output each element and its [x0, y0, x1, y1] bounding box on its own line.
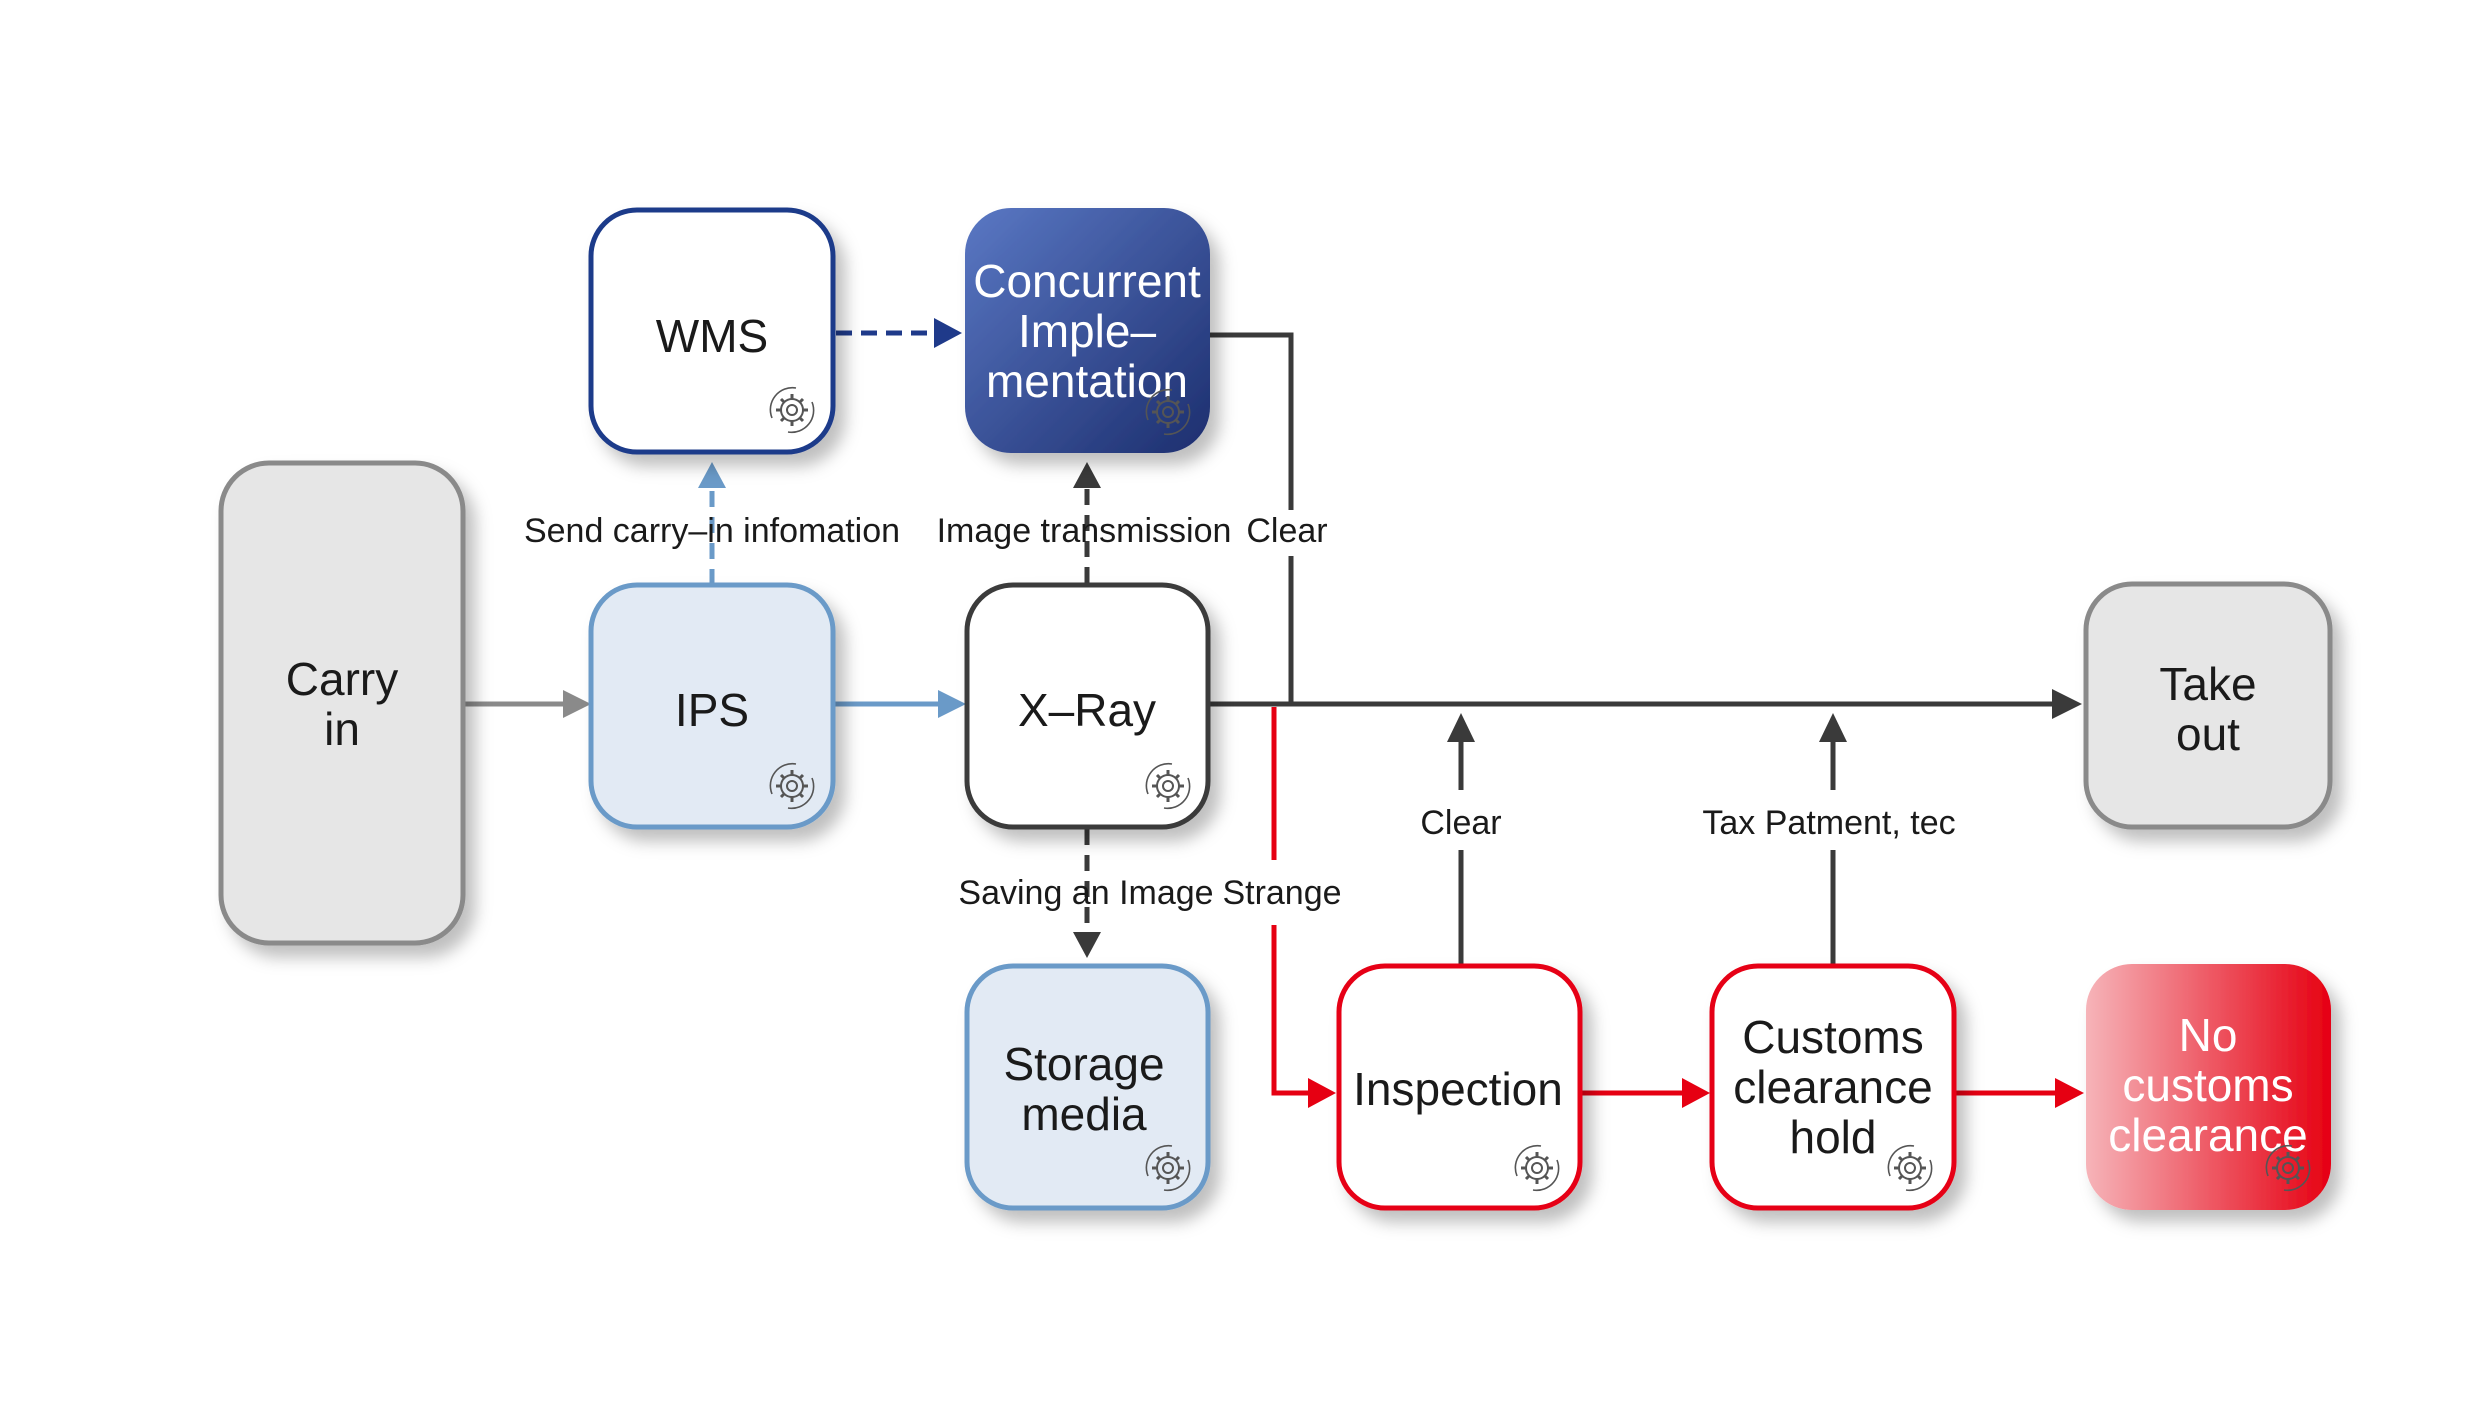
connector-xray-to-takeout	[1208, 689, 2082, 719]
svg-text:Storagemedia: Storage media	[1003, 1038, 1164, 1140]
label-tax-payment: Tax Patment, tec	[1702, 804, 1955, 842]
node-xray: X–Ray	[964, 582, 1211, 830]
connector-carry-to-ips	[463, 690, 591, 718]
node-ips: IPS	[588, 582, 836, 830]
connector-inspection-to-hold	[1582, 1078, 1710, 1108]
svg-text:X–Ray: X–Ray	[1018, 684, 1156, 736]
label-clear-inspection: Clear	[1420, 804, 1501, 842]
label-clear-top: Clear	[1246, 512, 1327, 550]
node-take-out: Take out	[2083, 581, 2333, 830]
label-image-transmission: Image transmission	[937, 512, 1232, 550]
connector-hold-to-no-clearance	[1956, 1078, 2084, 1108]
node-inspection: Inspection	[1336, 963, 1583, 1211]
node-storage-media: Storage media	[964, 963, 1211, 1211]
node-concurrent-implementation: Concurrent Imple– mentation	[965, 208, 1210, 453]
connector-ips-to-xray	[833, 690, 966, 718]
node-customs-clearance-hold: Customs clearance hold	[1709, 963, 1957, 1211]
node-wms: WMS	[588, 207, 836, 455]
node-carry-in: Carry in	[218, 460, 466, 946]
label-send-info: Send carry–in infomation	[524, 512, 900, 550]
svg-text:WMS: WMS	[656, 310, 768, 362]
connector-wms-to-concurrent	[836, 318, 962, 348]
svg-text:IPS: IPS	[675, 684, 749, 736]
label-strange: Strange	[1222, 874, 1341, 912]
node-no-customs-clearance: No customs clearance	[2086, 964, 2331, 1210]
svg-text:Inspection: Inspection	[1353, 1063, 1563, 1115]
label-saving-image: Saving an Image	[958, 874, 1213, 912]
customs-flow-diagram: Send carry–in infomation Image transmiss…	[218, 207, 2333, 1211]
